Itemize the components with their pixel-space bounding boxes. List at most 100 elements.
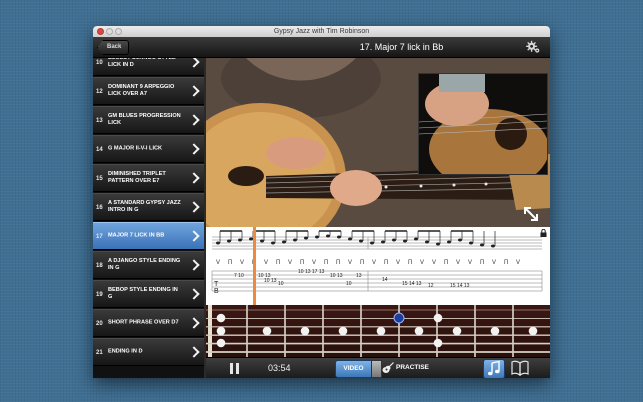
tab-number: 13 — [356, 273, 362, 279]
note-head — [216, 241, 220, 245]
note-head — [238, 238, 242, 242]
lesson-item-12[interactable]: 12 Dominant 9 arpeggio lick over A7 — [93, 77, 204, 105]
lesson-number: 15 — [96, 176, 103, 182]
lesson-label: Diminished triplet pattern over E7 — [108, 171, 166, 184]
pick-direction: Π — [480, 260, 484, 266]
chevron-right-icon — [188, 114, 200, 126]
chevron-right-icon — [188, 317, 200, 329]
lesson-item-17[interactable]: 17 Major 7 lick in Bb — [93, 222, 204, 250]
lesson-player: VΠVΠVΠVΠVΠΠVΠVΠVΠVVΠVVΠVΠV 7 1010 1310 1… — [206, 58, 550, 378]
app-window: Gypsy Jazz with Tim Robinson Back 17. Ma… — [93, 26, 550, 378]
notation-panel[interactable]: VΠVΠVΠVΠVΠΠVΠVΠVΠVVΠVVΠVΠV 7 1010 1310 1… — [206, 227, 550, 305]
lesson-item-14[interactable]: 14 G major II-V-I lick — [93, 135, 204, 163]
note-head — [480, 243, 484, 247]
lesson-item-13[interactable]: 13 Gm blues progression lick — [93, 106, 204, 134]
fret-marker — [528, 326, 538, 336]
lesson-number: 10 — [96, 60, 103, 66]
fullscreen-icon[interactable] — [522, 205, 540, 223]
chevron-right-icon — [188, 346, 200, 358]
playhead[interactable] — [253, 227, 256, 305]
note-head — [348, 237, 352, 241]
chevron-right-icon — [188, 172, 200, 184]
split-mode-button[interactable] — [371, 360, 382, 378]
pick-direction: V — [396, 260, 400, 266]
pick-direction: V — [372, 260, 376, 266]
tab-number: 7 10 — [234, 273, 244, 279]
back-button[interactable]: Back — [97, 40, 130, 55]
pick-direction: V — [312, 260, 316, 266]
chevron-right-icon — [188, 143, 200, 155]
lesson-label: Major 7 lick in Bb — [108, 232, 165, 239]
pick-direction: Π — [360, 260, 364, 266]
pick-direction: Π — [336, 260, 340, 266]
note-head — [326, 234, 330, 238]
lesson-item-10[interactable]: 10 Bluesy Django style lick in D — [93, 58, 204, 76]
lesson-video[interactable] — [206, 58, 550, 227]
lesson-item-15[interactable]: 15 Diminished triplet pattern over E7 — [93, 164, 204, 192]
fret-marker — [414, 326, 424, 336]
lesson-number: 12 — [96, 89, 103, 95]
pause-button[interactable] — [230, 363, 240, 374]
active-note-marker — [393, 312, 405, 324]
pick-direction: Π — [300, 260, 304, 266]
lesson-label: Dominant 9 arpeggio lick over A7 — [108, 84, 175, 97]
pick-direction: V — [348, 260, 352, 266]
svg-text:B: B — [214, 288, 219, 295]
practise-mode-button[interactable]: PRACTISE — [382, 360, 432, 376]
fret-marker — [452, 326, 462, 336]
video-mode-button[interactable]: VIDEO — [335, 360, 372, 378]
lesson-number: 21 — [96, 350, 103, 356]
pick-direction: V — [288, 260, 292, 266]
lesson-label: Ending in D — [108, 348, 143, 355]
lesson-number: 20 — [96, 321, 103, 327]
tab-number: 10 — [278, 281, 284, 287]
note-head — [370, 241, 374, 245]
fret-marker — [216, 313, 226, 323]
tab-number: 12 — [428, 283, 434, 289]
fret-marker — [262, 326, 272, 336]
lock-icon[interactable] — [540, 229, 547, 237]
fretboard[interactable] — [206, 305, 550, 357]
note-head — [392, 238, 396, 242]
note-head — [260, 239, 264, 243]
lesson-list[interactable]: 10 Bluesy Django style lick in D 12 Dominan… — [93, 58, 206, 378]
note-head — [315, 235, 319, 239]
pick-direction: Π — [444, 260, 448, 266]
book-icon[interactable] — [511, 360, 529, 376]
svg-text:T: T — [214, 281, 219, 288]
note-head — [293, 238, 297, 242]
chevron-right-icon — [188, 201, 200, 213]
practise-label: PRACTISE — [396, 364, 429, 371]
pick-direction: Π — [384, 260, 388, 266]
music-notation-button[interactable] — [483, 359, 505, 378]
chevron-right-icon — [188, 259, 200, 271]
fret-marker — [338, 326, 348, 336]
note-head — [304, 236, 308, 240]
lesson-item-16[interactable]: 16 A standard gypsy jazz intro in G — [93, 193, 204, 221]
gear-icon[interactable] — [526, 40, 540, 54]
note-head — [436, 242, 440, 246]
note-head — [271, 241, 275, 245]
tab-number: 10 13 — [264, 278, 277, 284]
chevron-right-icon — [188, 288, 200, 300]
lesson-title: 17. Major 7 lick in Bb — [359, 42, 444, 52]
lesson-label: G major II-V-I lick — [108, 145, 163, 152]
player-toolbar: 03:54 VIDEO PRACTISE — [206, 357, 550, 378]
pick-direction: V — [420, 260, 424, 266]
navigation-bar: Back 17. Major 7 lick in Bb — [93, 37, 550, 58]
music-score: VΠVΠVΠVΠVΠΠVΠVΠVΠVVΠVVΠVΠV 7 1010 1310 1… — [211, 227, 543, 305]
chevron-right-icon — [188, 85, 200, 97]
lesson-item-21[interactable]: 21 Ending in D — [93, 338, 204, 366]
pick-direction: V — [468, 260, 472, 266]
picking-hand-inset — [418, 73, 549, 189]
fret-marker — [216, 326, 226, 336]
lesson-item-18[interactable]: 18 A Django style ending in G — [93, 251, 204, 279]
lesson-item-20[interactable]: 20 Short phrase over D7 — [93, 309, 204, 337]
chevron-right-icon — [188, 230, 200, 242]
pick-direction: Π — [504, 260, 508, 266]
fret-marker — [300, 326, 310, 336]
pick-direction: Π — [276, 260, 280, 266]
note-head — [425, 240, 429, 244]
pick-direction: V — [216, 260, 220, 266]
lesson-item-19[interactable]: 19 Bebop style ending in G — [93, 280, 204, 308]
